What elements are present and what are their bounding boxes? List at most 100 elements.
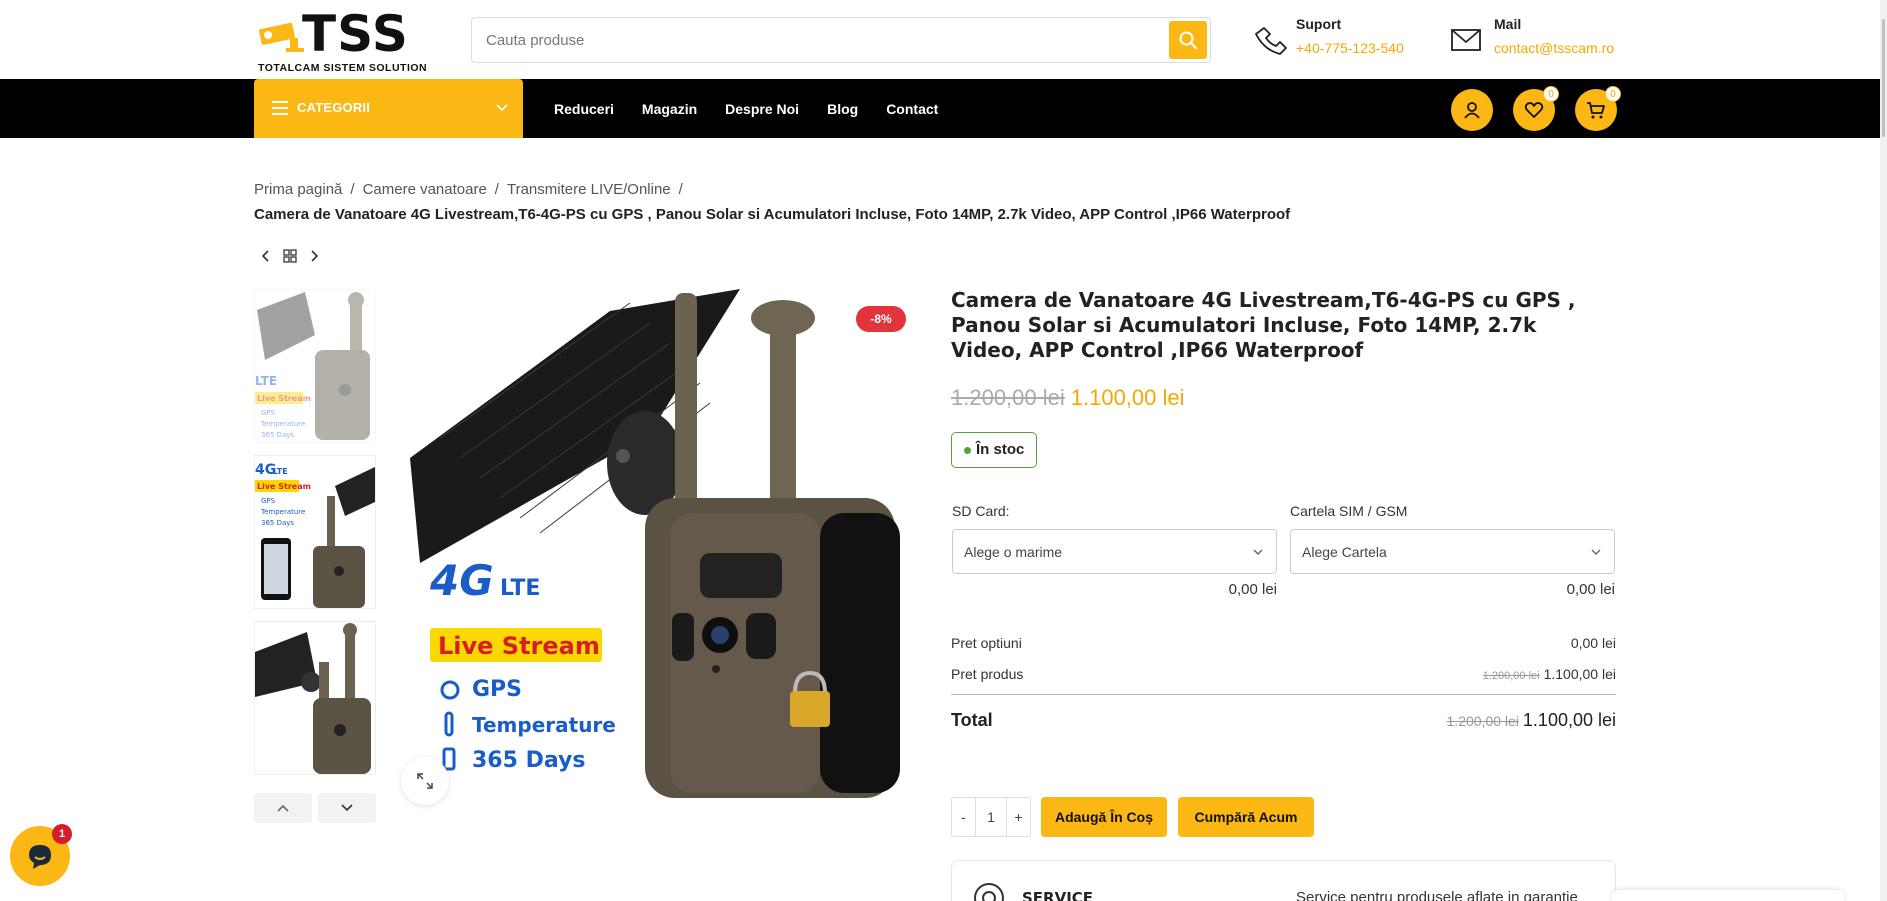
support-title: Suport	[1296, 16, 1342, 32]
header: TSS TOTALCAM SISTEM SOLUTION Suport +40-…	[0, 0, 1880, 79]
price-new: 1.100,00 lei	[1070, 385, 1185, 410]
product-price-old: 1.200,00 lei	[1482, 670, 1540, 682]
search-input[interactable]	[486, 30, 1146, 50]
main-navbar: CATEGORII Reduceri Magazin Despre Noi Bl…	[0, 79, 1880, 138]
zoom-button[interactable]	[401, 757, 449, 805]
sd-card-price: 0,00 lei	[1228, 581, 1277, 598]
mail-contact[interactable]: Mail contact@tsscam.ro	[1448, 16, 1628, 60]
image-365days-text: 365 Days	[472, 748, 585, 773]
support-phone[interactable]: +40-775-123-540	[1296, 40, 1404, 56]
sim-card-selected-value: Alege Cartela	[1302, 544, 1387, 560]
mail-title: Mail	[1494, 16, 1522, 32]
chevron-up-icon	[277, 804, 289, 812]
nav-link-reduceri[interactable]: Reduceri	[554, 101, 614, 117]
sd-card-label: SD Card:	[952, 503, 1010, 519]
phone-support-icon	[1255, 27, 1287, 55]
product-thumbnail-image: 4G LTE Live Stream GPS Temperature 365 D…	[255, 462, 375, 608]
mail-icon	[1451, 29, 1481, 51]
breadcrumb-camere-vanatoare[interactable]: Camere vanatoare	[363, 181, 487, 198]
add-to-cart-button[interactable]: Adaugă În Coș	[1041, 797, 1167, 837]
image-gps-text: GPS	[472, 677, 522, 702]
search-button[interactable]	[1169, 21, 1207, 59]
thumb1-temp-text: Temperature	[260, 420, 305, 428]
thumb2-gps-text: GPS	[261, 497, 276, 505]
chevron-right-icon[interactable]	[308, 247, 320, 265]
site-logo[interactable]: TSS TOTALCAM SISTEM SOLUTION	[254, 6, 430, 74]
breadcrumb-transmitere-live[interactable]: Transmitere LIVE/Online	[507, 181, 671, 198]
chevron-left-icon[interactable]	[260, 247, 272, 265]
sd-card-select[interactable]: Alege o marime	[952, 529, 1277, 574]
categories-button[interactable]: CATEGORII	[254, 79, 523, 138]
quantity-decrease-button[interactable]: -	[952, 798, 975, 836]
product-thumbnail-image	[255, 623, 371, 774]
image-4g-text: 4G	[429, 556, 494, 605]
quantity-increase-button[interactable]: +	[1007, 798, 1030, 836]
image-temperature-text: Temperature	[472, 713, 616, 737]
page-scrollbar[interactable]	[1880, 0, 1887, 901]
sim-card-select[interactable]: Alege Cartela	[1290, 529, 1615, 574]
breadcrumb-separator: /	[494, 181, 499, 198]
breadcrumb-separator: /	[350, 181, 355, 198]
thumbnail-up-button[interactable]	[254, 793, 312, 823]
sim-card-label: Cartela SIM / GSM	[1290, 503, 1408, 519]
grid-icon[interactable]	[282, 247, 298, 265]
product-thumbnail-image: LTE Live Stream GPS Temperature 365 Days	[255, 292, 370, 440]
options-price-value: 0,00 lei	[1570, 635, 1616, 651]
quantity-input[interactable]: 1	[975, 798, 1007, 836]
thumb1-live-text: Live Stream	[257, 394, 311, 403]
thumb1-lte-text: LTE	[255, 374, 277, 388]
product-main-image[interactable]: 4G LTE Live Stream GPS Temperature 365 D…	[400, 283, 920, 823]
nav-link-contact[interactable]: Contact	[886, 101, 938, 117]
stock-status-badge: În stoc	[951, 432, 1038, 468]
chat-widget-button[interactable]: 1	[10, 824, 72, 886]
service-gear-icon	[974, 883, 1004, 901]
thumb2-live-text: Live Stream	[257, 482, 311, 491]
wishlist-count-badge: 0	[1543, 86, 1559, 102]
thumb1-gps-text: GPS	[261, 409, 276, 417]
thumb2-lte-text: LTE	[273, 467, 288, 476]
mail-address[interactable]: contact@tsscam.ro	[1494, 40, 1614, 56]
price: 1.200,00 lei 1.100,00 lei	[951, 385, 1185, 411]
thumb2-temp-text: Temperature	[260, 508, 305, 516]
sim-card-price: 0,00 lei	[1566, 581, 1615, 598]
quantity-stepper: - 1 +	[951, 797, 1031, 837]
categories-label: CATEGORII	[297, 100, 371, 115]
account-button[interactable]	[1451, 89, 1493, 131]
thumbnail-down-button[interactable]	[318, 793, 376, 823]
options-price-row: Pret optiuni 0,00 lei	[951, 635, 1616, 651]
options-price-label: Pret optiuni	[951, 635, 1022, 651]
discount-badge: -8%	[856, 306, 906, 332]
sd-card-selected-value: Alege o marime	[964, 544, 1063, 560]
thumbnail-3[interactable]	[254, 621, 376, 775]
cart-count-badge: 0	[1605, 86, 1621, 102]
scrollbar-thumb[interactable]	[1881, 18, 1886, 138]
user-icon	[1464, 102, 1480, 119]
logo-subtitle: TOTALCAM SISTEM SOLUTION	[258, 62, 428, 74]
nav-link-blog[interactable]: Blog	[827, 101, 858, 117]
total-row: Total 1.200,00 lei 1.100,00 lei	[951, 710, 1616, 731]
total-price-new: 1.100,00 lei	[1522, 710, 1616, 730]
service-info-box: SERVICE Service pentru produsele aflate …	[951, 860, 1616, 901]
cart-icon	[1587, 102, 1605, 119]
breadcrumb-home[interactable]: Prima pagină	[254, 181, 342, 198]
chevron-down-icon	[341, 804, 353, 812]
search-bar	[471, 17, 1211, 63]
summary-divider	[951, 694, 1616, 695]
thumbnail-1[interactable]: LTE Live Stream GPS Temperature 365 Days	[254, 289, 376, 443]
cart-button[interactable]: 0	[1575, 86, 1621, 131]
thumb1-days-text: 365 Days	[261, 431, 294, 439]
thumbnail-scroll-controls	[254, 793, 376, 823]
product-navigation	[260, 247, 322, 265]
thumbnail-2[interactable]: 4G LTE Live Stream GPS Temperature 365 D…	[254, 455, 376, 609]
image-livestream-text: Live Stream	[438, 632, 600, 660]
nav-links: Reduceri Magazin Despre Noi Blog Contact	[554, 79, 966, 138]
chevron-down-icon	[496, 104, 508, 112]
buy-now-button[interactable]: Cumpără Acum	[1178, 797, 1314, 837]
heart-icon	[1524, 102, 1544, 118]
total-label: Total	[951, 710, 993, 730]
support-contact[interactable]: Suport +40-775-123-540	[1250, 16, 1410, 60]
nav-link-magazin[interactable]: Magazin	[642, 101, 697, 117]
chevron-down-icon	[1591, 549, 1601, 555]
wishlist-button[interactable]: 0	[1513, 86, 1559, 131]
nav-link-despre-noi[interactable]: Despre Noi	[725, 101, 799, 117]
